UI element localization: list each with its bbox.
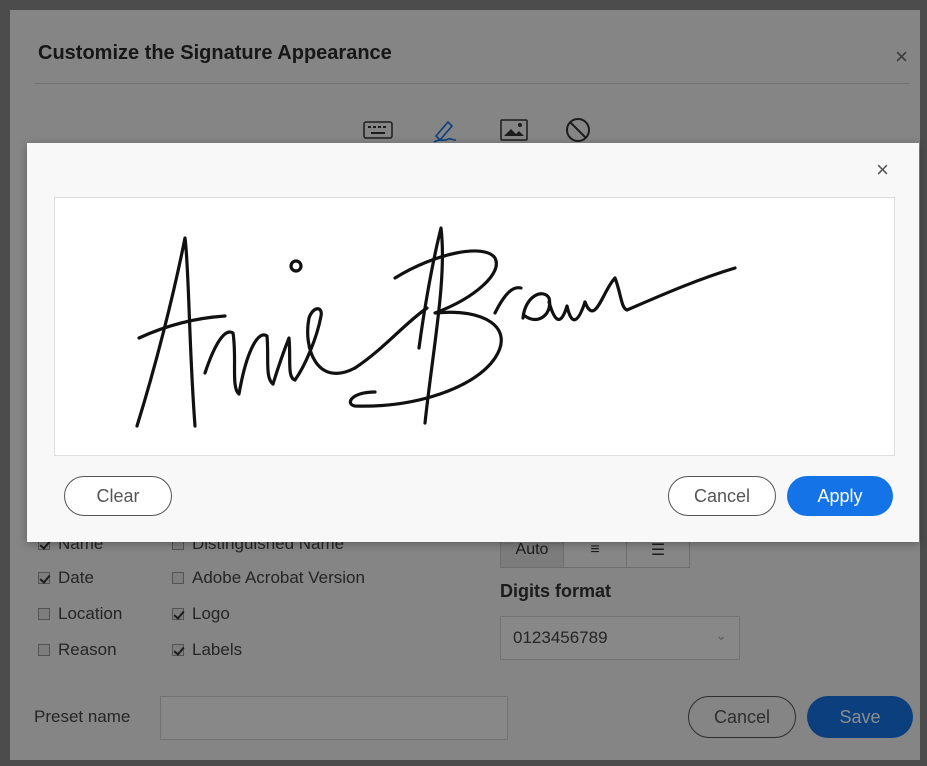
clear-button[interactable]: Clear [64,476,172,516]
signature-drawing-canvas[interactable] [54,197,895,456]
draw-signature-modal: × Clear Cancel Apply [27,143,919,542]
handwritten-signature [135,226,737,428]
cancel-button[interactable]: Cancel [668,476,776,516]
apply-button[interactable]: Apply [787,476,893,516]
close-icon[interactable]: × [876,157,889,183]
